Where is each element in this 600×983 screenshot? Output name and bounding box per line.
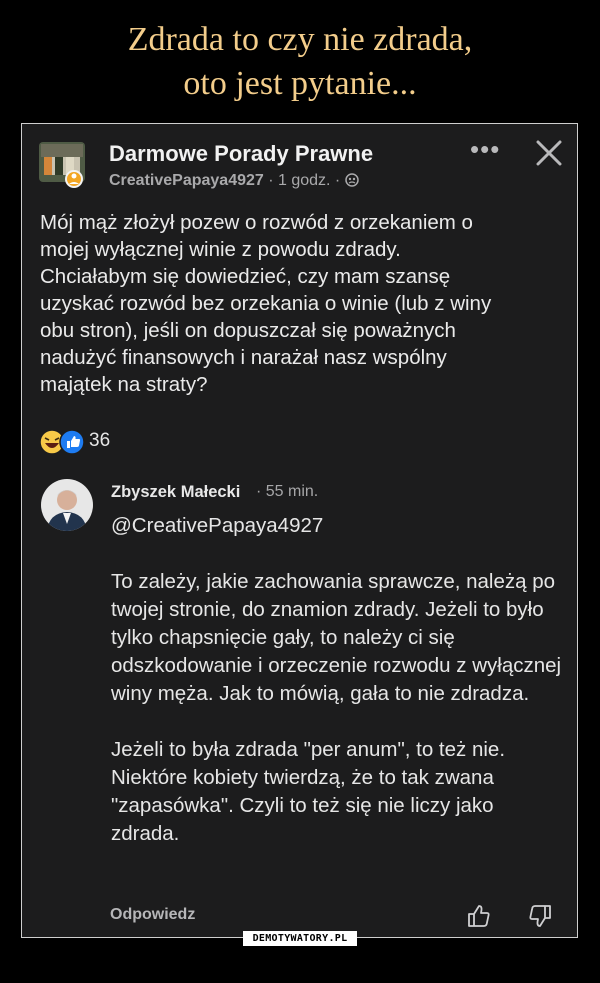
page-avatar[interactable] bbox=[39, 142, 85, 188]
meme-title: Zdrada to czy nie zdrada, oto jest pytan… bbox=[0, 18, 600, 106]
post-header: Darmowe Porady Prawne CreativePapaya4927… bbox=[22, 124, 577, 194]
comment-author[interactable]: Zbyszek Małecki bbox=[111, 483, 240, 502]
post-author[interactable]: CreativePapaya4927 bbox=[109, 172, 264, 189]
comment-avatar[interactable] bbox=[41, 479, 93, 531]
page-name[interactable]: Darmowe Porady Prawne bbox=[109, 141, 373, 167]
ellipsis-icon[interactable]: ••• bbox=[470, 134, 500, 165]
like-reaction-icon bbox=[59, 429, 85, 460]
post-time[interactable]: · 1 godz. · bbox=[264, 172, 345, 189]
reaction-count: 36 bbox=[89, 430, 111, 451]
comment-paragraph-2: Jeżeli to była zdrada "per anum", to też… bbox=[111, 738, 506, 845]
thumbs-down-icon[interactable] bbox=[527, 903, 553, 929]
watermark: DEMOTYWATORY.PL bbox=[243, 931, 357, 946]
reply-button[interactable]: Odpowiedz bbox=[110, 906, 195, 924]
comment-mention[interactable]: @CreativePapaya4927 bbox=[111, 512, 566, 540]
thumbs-up-icon[interactable] bbox=[466, 903, 492, 929]
meme-title-line1: Zdrada to czy nie zdrada, bbox=[127, 21, 473, 58]
comment-paragraph-1: To zależy, jakie zachowania sprawcze, na… bbox=[111, 570, 562, 705]
post-card: Darmowe Porady Prawne CreativePapaya4927… bbox=[21, 123, 578, 938]
post-meta: CreativePapaya4927 · 1 godz. · bbox=[109, 172, 359, 190]
anonymous-user-icon bbox=[344, 172, 359, 189]
comment-body: @CreativePapaya4927 To zależy, jakie zac… bbox=[111, 512, 566, 876]
close-icon[interactable] bbox=[536, 140, 562, 166]
meme-title-line2: oto jest pytanie... bbox=[183, 65, 417, 102]
post-body: Mój mąż złożył pozew o rozwód z orzekani… bbox=[40, 211, 492, 396]
comment-time[interactable]: · 55 min. bbox=[256, 483, 318, 501]
